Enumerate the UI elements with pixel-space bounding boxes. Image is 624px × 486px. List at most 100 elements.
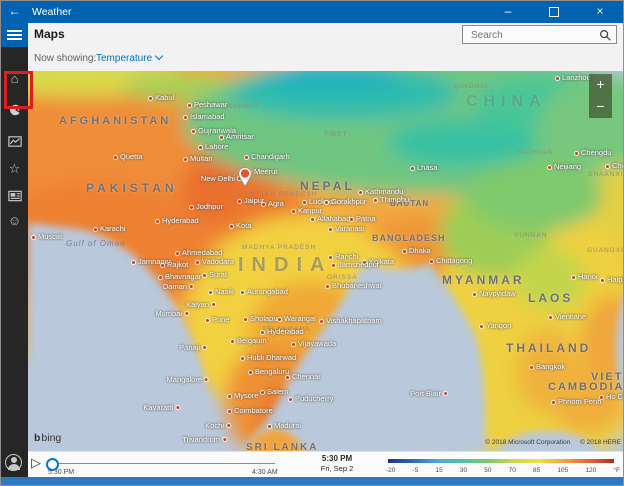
current-time-display: 5:30 PM Fri, Sep 2 bbox=[308, 454, 366, 473]
current-time: 5:30 PM bbox=[321, 454, 353, 463]
city-dot-icon bbox=[556, 76, 559, 80]
map-city-label: Peshawar bbox=[188, 100, 227, 109]
city-dot-icon bbox=[600, 395, 603, 399]
map-city-label: Madurai bbox=[268, 421, 301, 430]
location-pin[interactable] bbox=[238, 167, 252, 187]
maximize-button[interactable] bbox=[531, 1, 577, 23]
title-bar: ← Weather – × bbox=[1, 1, 623, 23]
city-dot-icon bbox=[606, 164, 609, 168]
city-dot-icon bbox=[199, 145, 202, 149]
weather-app-window: ← Weather – × ⌂ ☆ ☺ Maps Search Now show… bbox=[0, 0, 624, 486]
close-button[interactable]: × bbox=[577, 1, 623, 23]
map-city-label: New Delhi bbox=[201, 174, 241, 183]
map-country-label: VIETNAM bbox=[591, 371, 624, 383]
hamburger-menu-button[interactable] bbox=[1, 23, 28, 47]
city-dot-icon bbox=[430, 259, 433, 263]
map-attribution: © 2018 Microsoft Corporation © 2018 HERE bbox=[477, 439, 621, 446]
sidebar-item-favorites[interactable]: ☆ bbox=[1, 157, 28, 183]
search-input[interactable] bbox=[469, 27, 593, 44]
city-dot-icon bbox=[320, 319, 323, 323]
city-dot-icon bbox=[228, 394, 231, 398]
map-region-label: YUNNAN bbox=[514, 232, 548, 239]
temperature-legend: -20 -5 15 30 50 70 85 105 120 °F bbox=[386, 459, 620, 474]
map-city-label: Pune bbox=[206, 315, 230, 324]
map-city-label: Jodhpur bbox=[190, 202, 223, 211]
legend-tick-labels: -20 -5 15 30 50 70 85 105 120 °F bbox=[386, 467, 620, 474]
map-city-label: Salem bbox=[261, 387, 288, 396]
city-dot-icon bbox=[292, 342, 295, 346]
map-region-label: SICHUAN bbox=[517, 149, 554, 156]
city-dot-icon bbox=[223, 438, 226, 441]
layer-dropdown[interactable]: Temperature bbox=[96, 51, 164, 64]
map-city-label: Vadodara bbox=[196, 257, 234, 266]
map-city-label: Hyderabad bbox=[261, 327, 304, 336]
city-dot-icon bbox=[289, 397, 292, 401]
search-box[interactable] bbox=[462, 25, 617, 44]
city-dot-icon bbox=[192, 129, 195, 133]
map-sea-label: Gulf of Oman bbox=[66, 239, 126, 248]
bottom-edge-strip bbox=[1, 477, 623, 485]
map-city-label: Allahabad bbox=[311, 214, 350, 223]
search-icon[interactable] bbox=[598, 28, 612, 42]
temperature-map[interactable]: AFGHANISTAN PAKISTAN INDIA NEPAL BHUTAN BANGL… bbox=[28, 71, 624, 451]
map-city-label: Chongqing bbox=[606, 161, 623, 170]
map-city-label: Patna bbox=[350, 214, 376, 223]
map-country-label: PAKISTAN bbox=[86, 181, 178, 195]
map-region-label: KASHMIR bbox=[222, 103, 259, 110]
map-region-label: GUANGXI bbox=[587, 247, 624, 254]
map-city-label: Hyderabad bbox=[156, 216, 199, 225]
map-city-label: Puducherry bbox=[289, 394, 333, 403]
city-dot-icon bbox=[244, 317, 247, 321]
legend-gradient-bar bbox=[388, 459, 614, 463]
map-city-label: Ahmedabad bbox=[176, 248, 222, 257]
city-dot-icon bbox=[132, 260, 135, 264]
city-dot-icon bbox=[241, 356, 244, 360]
map-city-label: Thimphu bbox=[374, 195, 409, 204]
city-dot-icon bbox=[262, 202, 265, 206]
zoom-out-button[interactable]: − bbox=[589, 96, 612, 118]
city-dot-icon bbox=[261, 330, 264, 334]
back-button[interactable]: ← bbox=[1, 1, 28, 23]
map-city-label: Kavaratti bbox=[143, 403, 179, 412]
city-dot-icon bbox=[190, 205, 193, 209]
map-country-label: SRI LANKA bbox=[246, 442, 319, 451]
sidebar-item-historical-weather[interactable] bbox=[1, 129, 28, 155]
minimize-button[interactable]: – bbox=[485, 1, 531, 23]
zoom-in-button[interactable]: + bbox=[589, 74, 612, 96]
close-icon: × bbox=[596, 4, 604, 18]
map-country-label: INDIA bbox=[238, 254, 333, 276]
city-dot-icon bbox=[303, 200, 306, 204]
slider-start-time: 5:30 PM bbox=[48, 469, 75, 476]
hamburger-icon bbox=[7, 30, 22, 32]
city-dot-icon bbox=[374, 198, 377, 202]
city-dot-icon bbox=[196, 260, 199, 264]
city-dot-icon bbox=[176, 406, 179, 409]
city-dot-icon bbox=[332, 263, 335, 267]
city-dot-icon bbox=[601, 278, 604, 282]
back-icon: ← bbox=[8, 4, 21, 18]
sidebar-item-feedback[interactable]: ☺ bbox=[1, 209, 28, 235]
play-button[interactable]: ▷ bbox=[31, 456, 41, 470]
sidebar-item-news[interactable] bbox=[1, 184, 28, 210]
map-city-label: Aurangabad bbox=[241, 287, 288, 296]
map-region-label: QINGHAI bbox=[454, 83, 489, 90]
legend-tick: 50 bbox=[484, 467, 492, 474]
map-city-label: Multan bbox=[184, 154, 213, 163]
city-dot-icon bbox=[238, 199, 241, 203]
map-city-label: Mangalore bbox=[167, 375, 208, 384]
page-title: Maps bbox=[34, 27, 65, 41]
window-title: Weather bbox=[32, 6, 72, 18]
map-city-label: Quetta bbox=[114, 152, 143, 161]
map-city-label: Sholapur bbox=[244, 314, 280, 323]
city-dot-icon bbox=[359, 190, 362, 194]
city-dot-icon bbox=[268, 424, 271, 428]
map-city-label: Lanzhou bbox=[556, 73, 591, 82]
time-slider-track[interactable] bbox=[46, 458, 275, 471]
map-city-label: Trivandrum bbox=[182, 435, 226, 444]
sidebar-item-account[interactable] bbox=[1, 451, 28, 477]
city-dot-icon bbox=[329, 227, 332, 231]
city-dot-icon bbox=[184, 115, 187, 119]
city-dot-icon bbox=[114, 155, 117, 159]
city-dot-icon bbox=[190, 285, 193, 288]
map-city-label: Rajkot bbox=[161, 260, 188, 269]
